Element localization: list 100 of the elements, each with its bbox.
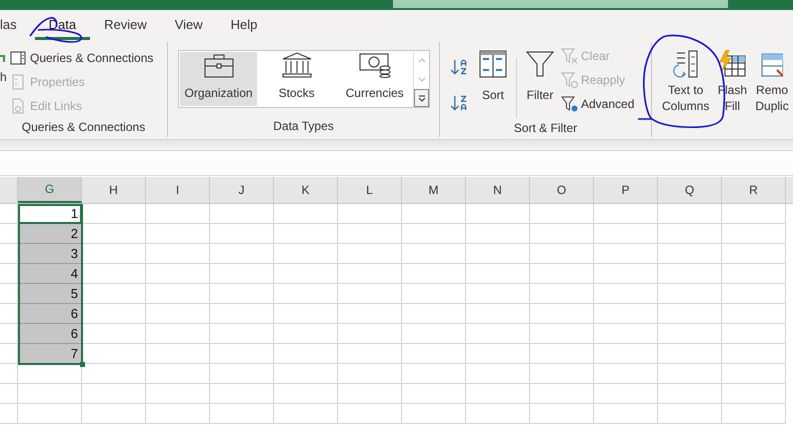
table-cell[interactable] xyxy=(274,284,338,304)
table-cell[interactable] xyxy=(274,204,338,224)
table-cell[interactable] xyxy=(466,244,530,264)
sort-button[interactable]: Sort xyxy=(476,50,510,118)
table-cell[interactable] xyxy=(0,204,18,224)
table-cell[interactable] xyxy=(82,304,146,324)
table-cell[interactable] xyxy=(146,284,210,304)
ribbon-button[interactable]: Remo Duplic xyxy=(753,50,791,139)
table-cell[interactable] xyxy=(466,404,530,424)
table-cell[interactable] xyxy=(274,224,338,244)
table-cell[interactable] xyxy=(402,364,466,384)
table-cell[interactable] xyxy=(722,284,786,304)
table-cell[interactable] xyxy=(18,404,82,424)
table-cell[interactable] xyxy=(146,244,210,264)
table-cell[interactable] xyxy=(274,264,338,284)
table-cell[interactable] xyxy=(82,224,146,244)
table-cell[interactable] xyxy=(210,264,274,284)
filter-option-button[interactable]: Advanced xyxy=(561,94,634,114)
table-cell[interactable] xyxy=(338,264,402,284)
table-cell[interactable] xyxy=(658,284,722,304)
table-cell[interactable] xyxy=(210,284,274,304)
table-cell[interactable] xyxy=(402,344,466,364)
table-cell[interactable] xyxy=(658,324,722,344)
ribbon-tab[interactable]: las xyxy=(0,10,35,40)
formula-bar[interactable] xyxy=(0,150,793,176)
table-cell[interactable] xyxy=(466,284,530,304)
table-cell[interactable] xyxy=(722,324,786,344)
table-cell[interactable] xyxy=(0,324,18,344)
table-cell[interactable] xyxy=(210,204,274,224)
table-cell[interactable] xyxy=(530,404,594,424)
table-cell[interactable] xyxy=(402,404,466,424)
table-cell[interactable] xyxy=(594,344,658,364)
column-header[interactable]: O xyxy=(530,177,594,203)
column-header[interactable]: I xyxy=(146,177,210,203)
ribbon-button[interactable]: Queries & Connections xyxy=(10,48,154,68)
table-cell[interactable] xyxy=(210,304,274,324)
table-cell[interactable] xyxy=(658,404,722,424)
table-cell[interactable] xyxy=(658,384,722,404)
table-cell[interactable] xyxy=(466,344,530,364)
table-cell[interactable] xyxy=(210,384,274,404)
table-cell[interactable] xyxy=(82,384,146,404)
table-cell[interactable] xyxy=(0,244,18,264)
table-cell[interactable] xyxy=(594,204,658,224)
table-cell[interactable] xyxy=(658,204,722,224)
table-cell[interactable] xyxy=(722,244,786,264)
table-cell[interactable] xyxy=(594,404,658,424)
table-cell[interactable] xyxy=(530,344,594,364)
table-cell[interactable] xyxy=(402,284,466,304)
gallery-item[interactable]: Organization xyxy=(180,52,258,106)
table-cell[interactable] xyxy=(658,364,722,384)
table-cell[interactable] xyxy=(338,204,402,224)
table-cell[interactable] xyxy=(146,364,210,384)
column-header[interactable]: G xyxy=(18,177,82,203)
search-field[interactable] xyxy=(393,0,728,8)
column-header[interactable]: P xyxy=(594,177,658,203)
table-cell[interactable] xyxy=(466,204,530,224)
table-cell[interactable]: 4 xyxy=(18,264,82,284)
table-cell[interactable] xyxy=(402,224,466,244)
table-cell[interactable] xyxy=(594,224,658,244)
table-cell[interactable] xyxy=(402,264,466,284)
table-cell[interactable] xyxy=(210,244,274,264)
table-cell[interactable] xyxy=(338,304,402,324)
table-cell[interactable] xyxy=(146,404,210,424)
table-cell[interactable] xyxy=(722,264,786,284)
ribbon-tab[interactable]: Review xyxy=(90,10,161,40)
table-cell[interactable] xyxy=(210,404,274,424)
table-cell[interactable] xyxy=(338,384,402,404)
table-cell[interactable] xyxy=(146,224,210,244)
table-cell[interactable] xyxy=(722,404,786,424)
table-cell[interactable] xyxy=(530,204,594,224)
gallery-item[interactable]: Stocks xyxy=(258,52,336,106)
table-cell[interactable] xyxy=(466,264,530,284)
column-header[interactable]: H xyxy=(82,177,146,203)
table-cell[interactable]: 6 xyxy=(18,304,82,324)
table-cell[interactable] xyxy=(0,224,18,244)
table-cell[interactable] xyxy=(82,284,146,304)
table-cell[interactable] xyxy=(82,204,146,224)
table-cell[interactable] xyxy=(0,284,18,304)
table-cell[interactable]: 2 xyxy=(18,224,82,244)
column-header[interactable]: R xyxy=(722,177,786,203)
table-cell[interactable] xyxy=(274,384,338,404)
table-cell[interactable] xyxy=(18,384,82,404)
column-header[interactable]: M xyxy=(402,177,466,203)
table-cell[interactable] xyxy=(274,344,338,364)
table-cell[interactable] xyxy=(338,364,402,384)
table-cell[interactable] xyxy=(530,304,594,324)
ribbon-tab[interactable]: View xyxy=(160,10,217,40)
table-cell[interactable] xyxy=(274,304,338,324)
table-cell[interactable] xyxy=(82,264,146,284)
table-cell[interactable] xyxy=(402,204,466,224)
table-cell[interactable]: 7 xyxy=(18,344,82,364)
table-cell[interactable] xyxy=(338,344,402,364)
table-cell[interactable] xyxy=(274,244,338,264)
table-cell[interactable] xyxy=(466,324,530,344)
table-cell[interactable] xyxy=(722,364,786,384)
table-cell[interactable] xyxy=(722,204,786,224)
table-cell[interactable] xyxy=(466,224,530,244)
table-cell[interactable] xyxy=(530,264,594,284)
table-cell[interactable] xyxy=(0,304,18,324)
table-cell[interactable] xyxy=(402,244,466,264)
